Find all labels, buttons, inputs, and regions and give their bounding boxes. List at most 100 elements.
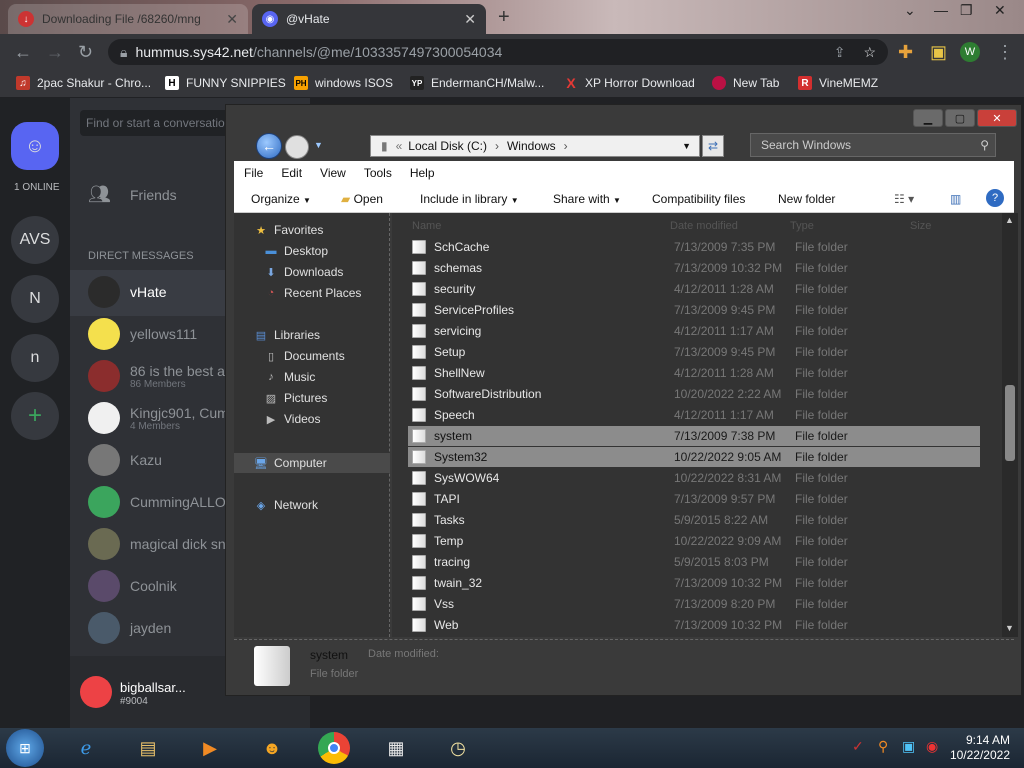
close-tab-icon[interactable]: ✕ [226,11,238,28]
dm-item[interactable]: Kingjc901, Cum 4 Members [88,402,229,434]
uc-browser-icon[interactable]: ☻ [256,732,288,764]
bookmark-item[interactable]: R VineMEMZ [798,76,878,90]
back-button[interactable]: ← [256,133,282,159]
dm-item[interactable]: Kazu [88,444,162,476]
column-date-modified[interactable]: Date modified [670,220,738,232]
tray-record-icon[interactable]: ◉ [926,738,938,755]
file-row[interactable]: tracing 5/9/2015 8:03 PM File folder [408,552,980,572]
profile-avatar[interactable]: W [960,42,980,62]
internet-explorer-icon[interactable]: ℯ [70,732,102,764]
menu-edit[interactable]: Edit [281,166,302,180]
recent-pages-icon[interactable]: ▼ [314,140,323,150]
compatibility-files-button[interactable]: Compatibility files [652,192,745,206]
dm-item[interactable]: yellows111 [88,318,197,350]
tray-antivirus-icon[interactable]: ✓ [852,738,864,755]
friends-link[interactable]: 👥︎ Friends [88,184,177,205]
search-input[interactable]: Search Windows ⚲ [750,133,996,157]
scroll-up-icon[interactable]: ▲ [1005,215,1014,225]
chevron-down-icon[interactable]: ⌄ [904,2,916,19]
file-row[interactable]: SchCache 7/13/2009 7:35 PM File folder [408,237,980,257]
media-player-icon[interactable]: ▶ [194,732,226,764]
bookmark-item[interactable]: X XP Horror Download [564,75,695,91]
refresh-button[interactable]: ⇄ [702,135,724,157]
avatar[interactable] [80,676,112,708]
server-avs[interactable]: AVS [11,216,59,264]
nav-computer[interactable]: 🖥︎ Computer [254,456,327,470]
file-row[interactable]: Speech 4/12/2011 1:17 AM File folder [408,405,980,425]
minimize-button[interactable]: ▁ [913,109,943,127]
share-with-button[interactable]: Share with ▼ [553,192,621,206]
scroll-down-icon[interactable]: ▼ [1005,623,1014,633]
dm-item[interactable]: jayden [88,612,171,644]
file-row[interactable]: Tasks 5/9/2015 8:22 AM File folder [408,510,980,530]
help-icon[interactable]: ? [986,189,1004,207]
breadcrumb-item[interactable]: Local Disk (C:) [408,139,487,153]
menu-help[interactable]: Help [410,166,435,180]
nav-desktop[interactable]: ▬ Desktop [264,244,329,258]
tray-display-icon[interactable]: ▣ [902,738,915,755]
maximize-button[interactable]: ▢ [945,109,975,127]
server-n[interactable]: N [11,275,59,323]
app-icon[interactable]: ◷ [442,732,474,764]
scroll-thumb[interactable] [1005,385,1015,461]
forward-button[interactable] [285,135,309,159]
start-button[interactable]: ⊞ [6,729,44,767]
share-icon[interactable]: ⇪ [834,44,846,61]
close-tab-icon[interactable]: ✕ [464,11,476,28]
nav-documents[interactable]: ▯ Documents [264,349,345,363]
organize-button[interactable]: Organize ▼ [251,192,311,206]
reload-icon[interactable]: ↻ [78,42,93,63]
tab-downloading[interactable]: ↓ Downloading File /68260/mng ✕ [8,4,248,34]
file-row[interactable]: servicing 4/12/2011 1:17 AM File folder [408,321,980,341]
view-options-icon[interactable]: ☷ ▾ [894,192,914,206]
new-folder-button[interactable]: New folder [778,192,835,206]
nav-downloads[interactable]: ⬇ Downloads [264,265,343,279]
add-server-button[interactable]: + [11,392,59,440]
file-row[interactable]: Vss 7/13/2009 8:20 PM File folder [408,594,980,614]
minimize-icon[interactable]: — [934,2,948,18]
menu-file[interactable]: File [244,166,263,180]
file-row[interactable]: twain_32 7/13/2009 10:32 PM File folder [408,573,980,593]
file-row[interactable]: ServiceProfiles 7/13/2009 9:45 PM File fol… [408,300,980,320]
new-tab-button[interactable]: + [498,6,510,29]
column-type[interactable]: Type [790,220,814,232]
star-icon[interactable]: ☆ [863,44,876,61]
menu-kebab-icon[interactable]: ⋮ [996,42,1014,63]
bookmark-item[interactable]: H FUNNY SNIPPIES [165,76,286,90]
bookmark-item[interactable]: New Tab [712,76,779,90]
file-row[interactable]: SysWOW64 10/22/2022 8:31 AM File folder [408,468,980,488]
bookmark-item[interactable]: YP EndermanCH/Malw... [410,76,544,90]
notepad-icon[interactable]: ▦ [380,732,412,764]
file-row[interactable]: Setup 7/13/2009 9:45 PM File folder [408,342,980,362]
tray-search-icon[interactable]: ⚲ [878,738,888,755]
file-row[interactable]: security 4/12/2011 1:28 AM File folder [408,279,980,299]
dm-item[interactable]: CummingALLO [88,486,226,518]
restore-icon[interactable]: ❐ [960,2,973,19]
file-row[interactable]: ShellNew 4/12/2011 1:28 AM File folder [408,363,980,383]
file-row[interactable]: system 7/13/2009 7:38 PM File folder [408,426,980,446]
home-button[interactable]: ☺ [11,122,59,170]
file-row[interactable]: Web 7/13/2009 10:32 PM File folder [408,615,980,635]
forward-icon[interactable]: → [46,42,64,63]
back-icon[interactable]: ← [14,42,32,63]
sidepanel-icon[interactable]: ▣ [930,42,947,63]
chrome-icon[interactable] [318,732,350,764]
file-row[interactable]: SoftwareDistribution 10/20/2022 2:22 AM Fi… [408,384,980,404]
column-size[interactable]: Size [910,220,931,232]
dm-item[interactable]: vHate [88,276,167,308]
nav-music[interactable]: ♪ Music [264,370,315,384]
chevron-down-icon[interactable]: ▼ [682,141,691,151]
bookmark-item[interactable]: PH windows ISOS [294,76,393,90]
clock[interactable]: 9:14 AM 10/22/2022 [950,733,1010,763]
nav-recent-places[interactable]: ◔ Recent Places [264,286,362,300]
file-row[interactable]: Temp 10/22/2022 9:09 AM File folder [408,531,980,551]
nav-network[interactable]: ◈ Network [254,498,318,512]
file-row[interactable]: System32 10/22/2022 9:05 AM File folder [408,447,980,467]
address-bar[interactable]: 🔒︎ hummus.sys42.net/channels/@me/1033357… [108,39,888,65]
breadcrumb[interactable]: ▮ « Local Disk (C:) › Windows › ▼ [370,135,700,157]
column-name[interactable]: Name [412,220,441,232]
file-row[interactable]: TAPI 7/13/2009 9:57 PM File folder [408,489,980,509]
vertical-scrollbar[interactable]: ▲ ▼ [1002,213,1018,637]
file-explorer-icon[interactable]: ▤ [132,732,164,764]
breadcrumb-item[interactable]: Windows [507,139,556,153]
